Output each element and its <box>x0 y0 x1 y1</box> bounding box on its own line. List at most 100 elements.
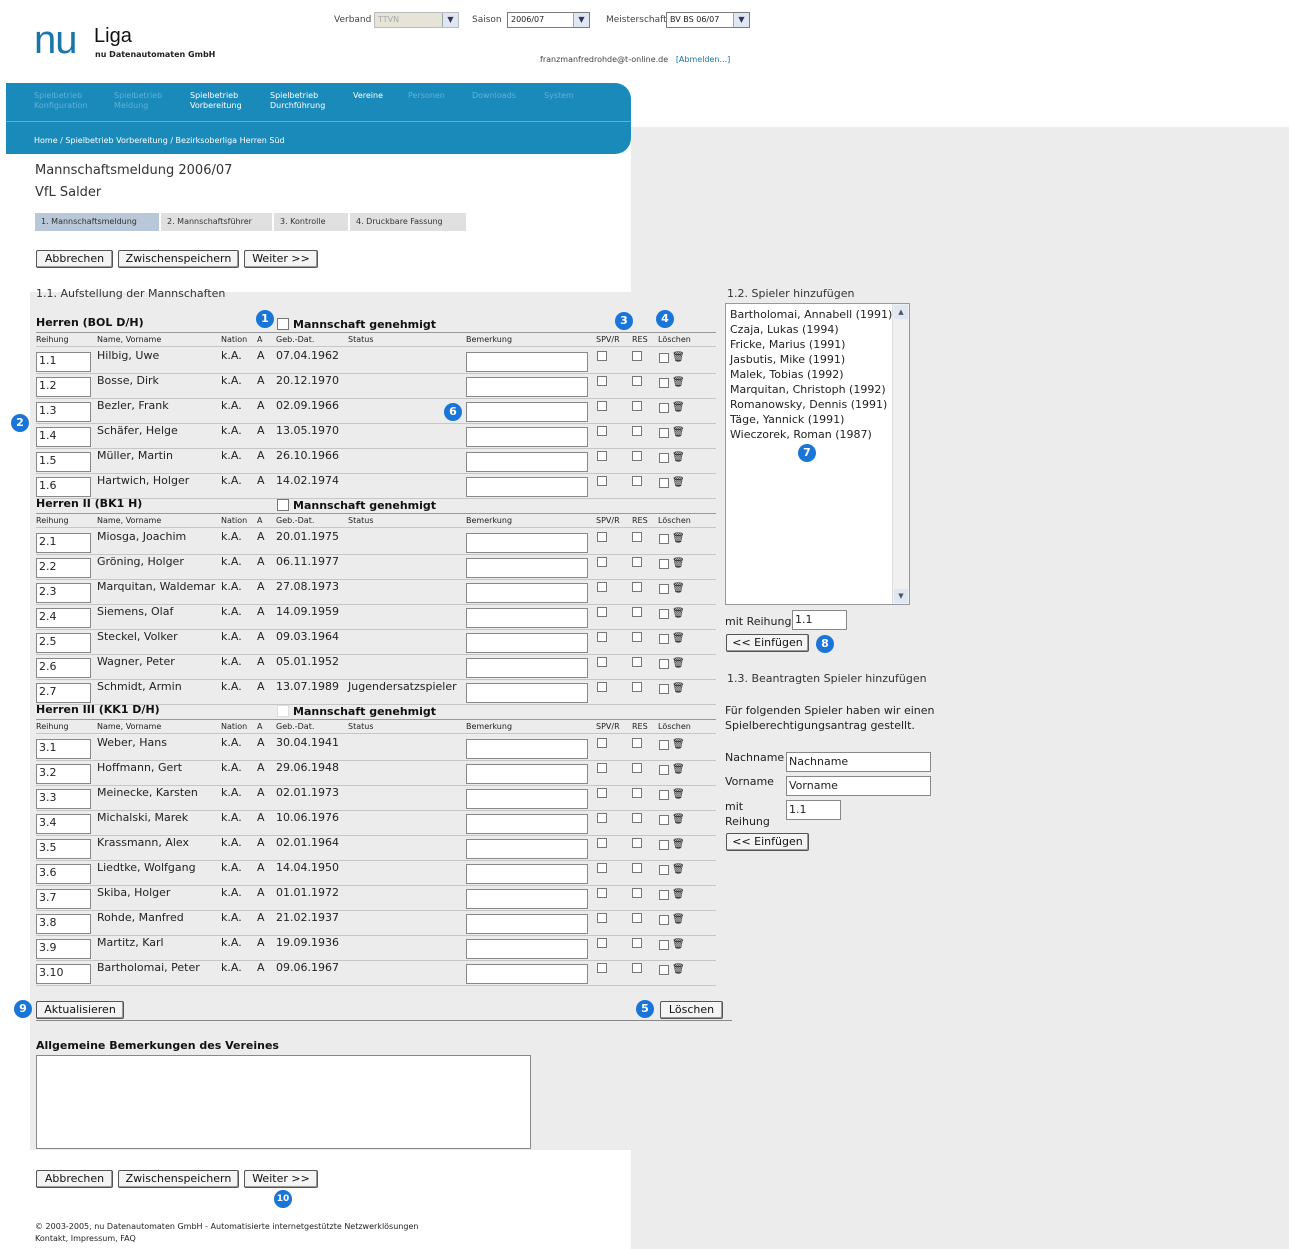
player-option[interactable]: Marquitan, Christoph (1992) <box>726 382 909 397</box>
next-button-bottom[interactable]: Weiter >> <box>244 1170 318 1188</box>
res-checkbox[interactable] <box>632 838 642 848</box>
trash-icon[interactable]: 🗑 <box>672 534 685 544</box>
trash-icon[interactable]: 🗑 <box>672 478 685 488</box>
vorname-input[interactable]: Vorname <box>786 776 931 796</box>
remark-input[interactable] <box>466 964 588 984</box>
trash-icon[interactable]: 🗑 <box>672 378 685 388</box>
res-checkbox[interactable] <box>632 938 642 948</box>
trash-icon[interactable]: 🗑 <box>672 559 685 569</box>
trash-icon[interactable]: 🗑 <box>672 453 685 463</box>
rank-input[interactable]: 1.3 <box>36 402 91 422</box>
delete-checkbox[interactable] <box>659 609 669 619</box>
spvr-checkbox[interactable] <box>597 682 607 692</box>
spvr-checkbox[interactable] <box>597 426 607 436</box>
reihung-input[interactable]: 1.1 <box>792 610 847 630</box>
player-listbox[interactable]: Bartholomai, Annabell (1991) Czaja, Lukas… <box>725 303 910 605</box>
rank-input[interactable]: 2.2 <box>36 558 91 578</box>
delete-checkbox[interactable] <box>659 740 669 750</box>
delete-checkbox[interactable] <box>659 453 669 463</box>
remark-input[interactable] <box>466 402 588 422</box>
rank-input[interactable]: 3.10 <box>36 964 91 984</box>
spvr-checkbox[interactable] <box>597 607 607 617</box>
spvr-checkbox[interactable] <box>597 657 607 667</box>
rank-input[interactable]: 2.4 <box>36 608 91 628</box>
remark-input[interactable] <box>466 864 588 884</box>
step-3[interactable]: 3. Kontrolle <box>274 213 348 231</box>
res-checkbox[interactable] <box>632 682 642 692</box>
res-checkbox[interactable] <box>632 351 642 361</box>
delete-checkbox[interactable] <box>659 584 669 594</box>
nav-item-konfiguration[interactable]: Spielbetrieb Konfiguration <box>34 91 88 111</box>
res-checkbox[interactable] <box>632 426 642 436</box>
trash-icon[interactable]: 🗑 <box>672 428 685 438</box>
delete-checkbox[interactable] <box>659 865 669 875</box>
remark-input[interactable] <box>466 352 588 372</box>
delete-checkbox[interactable] <box>659 378 669 388</box>
rank-input[interactable]: 1.6 <box>36 477 91 497</box>
breadcrumb[interactable]: Home / Spielbetrieb Vorbereitung / Bezir… <box>34 136 285 145</box>
remark-input[interactable] <box>466 558 588 578</box>
spvr-checkbox[interactable] <box>597 788 607 798</box>
delete-checkbox[interactable] <box>659 840 669 850</box>
res-checkbox[interactable] <box>632 763 642 773</box>
step-4[interactable]: 4. Druckbare Fassung <box>350 213 466 231</box>
remark-input[interactable] <box>466 608 588 628</box>
delete-checkbox[interactable] <box>659 815 669 825</box>
step-1[interactable]: 1. Mannschaftsmeldung <box>35 213 159 231</box>
res-checkbox[interactable] <box>632 532 642 542</box>
trash-icon[interactable]: 🗑 <box>672 865 685 875</box>
spvr-checkbox[interactable] <box>597 963 607 973</box>
spvr-checkbox[interactable] <box>597 532 607 542</box>
spvr-checkbox[interactable] <box>597 582 607 592</box>
remark-input[interactable] <box>466 658 588 678</box>
spvr-checkbox[interactable] <box>597 738 607 748</box>
rank-input[interactable]: 1.2 <box>36 377 91 397</box>
spvr-checkbox[interactable] <box>597 557 607 567</box>
spvr-checkbox[interactable] <box>597 813 607 823</box>
nav-item-durchfuehrung[interactable]: Spielbetrieb Durchführung <box>270 91 325 111</box>
delete-checkbox[interactable] <box>659 659 669 669</box>
res-checkbox[interactable] <box>632 582 642 592</box>
team-approved-checkbox[interactable] <box>277 499 289 511</box>
trash-icon[interactable]: 🗑 <box>672 765 685 775</box>
remark-input[interactable] <box>466 914 588 934</box>
nachname-input[interactable]: Nachname <box>786 752 931 772</box>
res-checkbox[interactable] <box>632 476 642 486</box>
nav-item-vereine[interactable]: Vereine <box>353 91 383 101</box>
res-checkbox[interactable] <box>632 557 642 567</box>
rank-input[interactable]: 3.5 <box>36 839 91 859</box>
remark-input[interactable] <box>466 377 588 397</box>
save-button-bottom[interactable]: Zwischenspeichern <box>118 1170 239 1188</box>
trash-icon[interactable]: 🗑 <box>672 915 685 925</box>
res-checkbox[interactable] <box>632 813 642 823</box>
update-button[interactable]: Aktualisieren <box>36 1001 124 1019</box>
spvr-checkbox[interactable] <box>597 838 607 848</box>
nav-item-meldung[interactable]: Spielbetrieb Meldung <box>114 91 162 111</box>
trash-icon[interactable]: 🗑 <box>672 584 685 594</box>
rank-input[interactable]: 2.1 <box>36 533 91 553</box>
remark-input[interactable] <box>466 839 588 859</box>
rank-input[interactable]: 1.4 <box>36 427 91 447</box>
step-2[interactable]: 2. Mannschaftsführer <box>161 213 272 231</box>
team-approved-checkbox[interactable] <box>277 705 289 717</box>
spvr-checkbox[interactable] <box>597 451 607 461</box>
remark-input[interactable] <box>466 533 588 553</box>
rank-input[interactable]: 3.7 <box>36 889 91 909</box>
rank-input[interactable]: 3.6 <box>36 864 91 884</box>
res-checkbox[interactable] <box>632 863 642 873</box>
res-checkbox[interactable] <box>632 788 642 798</box>
res-checkbox[interactable] <box>632 913 642 923</box>
logout-link[interactable]: [Abmelden...] <box>676 55 730 64</box>
player-option[interactable]: Täge, Yannick (1991) <box>726 412 909 427</box>
spvr-checkbox[interactable] <box>597 913 607 923</box>
delete-checkbox[interactable] <box>659 790 669 800</box>
spvr-checkbox[interactable] <box>597 632 607 642</box>
res-checkbox[interactable] <box>632 607 642 617</box>
trash-icon[interactable]: 🗑 <box>672 815 685 825</box>
spvr-checkbox[interactable] <box>597 401 607 411</box>
meisterschaft-select[interactable]: BV BS 06/07 ▼ <box>666 12 750 28</box>
remark-input[interactable] <box>466 764 588 784</box>
remark-input[interactable] <box>466 452 588 472</box>
remark-input[interactable] <box>466 633 588 653</box>
trash-icon[interactable]: 🗑 <box>672 940 685 950</box>
